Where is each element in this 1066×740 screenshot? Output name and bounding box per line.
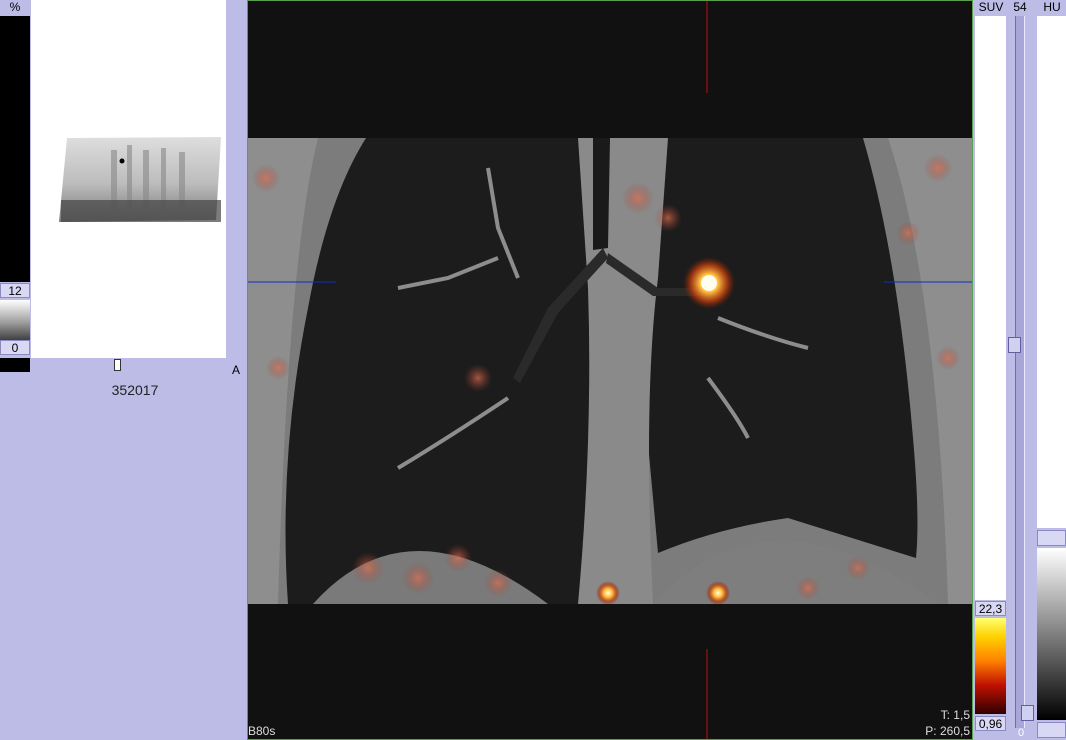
hu-label: HU bbox=[1043, 0, 1061, 14]
mip-projection-view[interactable] bbox=[31, 0, 226, 358]
slice-thickness: T: 1,5 bbox=[940, 708, 970, 722]
slice-position: P: 260,5 bbox=[925, 724, 970, 738]
hu-min-box[interactable] bbox=[1037, 722, 1066, 738]
suv-hot-colormap bbox=[975, 618, 1006, 714]
suv-min-value[interactable]: 0,96 bbox=[975, 716, 1006, 731]
opacity-slider-thumb[interactable] bbox=[1008, 337, 1021, 353]
opacity-slider-track[interactable] bbox=[1015, 16, 1025, 728]
hu-scale-track bbox=[1037, 16, 1066, 528]
opacity-slider-bottom-thumb[interactable] bbox=[1021, 705, 1034, 721]
mip-slice-slider-handle[interactable] bbox=[114, 359, 121, 371]
orientation-label: A bbox=[232, 363, 241, 377]
fused-coronal-view[interactable]: B80s T: 1,5 P: 260,5 bbox=[247, 0, 973, 740]
percent-label: % bbox=[9, 0, 21, 14]
series-label: B80s bbox=[248, 724, 276, 738]
opacity-bottom-value: 0 bbox=[1017, 727, 1025, 739]
suv-label: SUV bbox=[978, 0, 1004, 14]
mip-window-min[interactable]: 0 bbox=[0, 340, 30, 355]
mip-colorbar-bottom bbox=[0, 358, 30, 372]
mip-colorbar bbox=[0, 16, 30, 282]
patient-id: 352017 bbox=[111, 382, 159, 398]
opacity-value: 54 bbox=[1013, 0, 1027, 14]
mip-projection-image bbox=[59, 137, 221, 222]
suv-scale-track bbox=[975, 16, 1006, 600]
hu-grayscale-ramp bbox=[1037, 548, 1066, 720]
mip-window-max[interactable]: 12 bbox=[0, 283, 30, 298]
crosshair-overlay bbox=[248, 1, 972, 739]
mip-grayscale-ramp bbox=[0, 300, 30, 340]
suv-max-value[interactable]: 22,3 bbox=[975, 601, 1006, 616]
hu-max-box[interactable] bbox=[1037, 530, 1066, 546]
